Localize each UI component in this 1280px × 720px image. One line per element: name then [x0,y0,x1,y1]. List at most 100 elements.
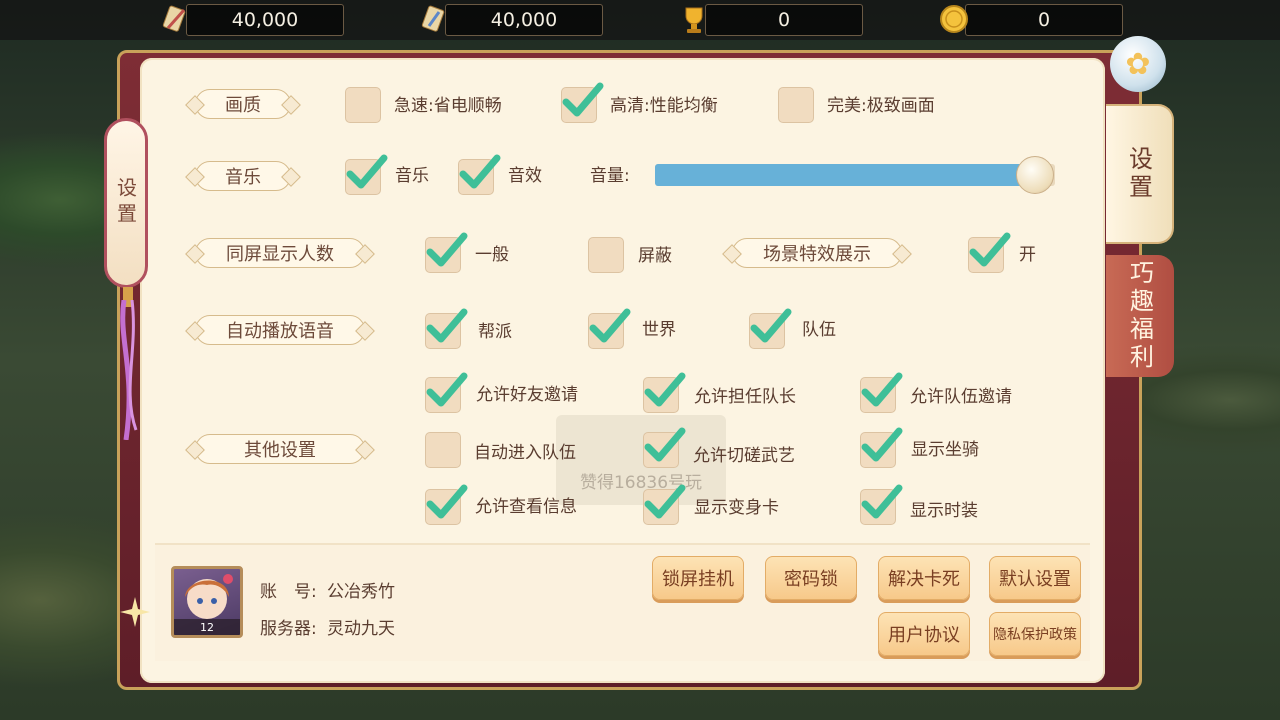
lock-screen-button-label: 锁屏挂机 [662,569,734,590]
tab-settings-label: 设置 [1124,146,1153,202]
check-mark-icon [346,154,388,189]
character-portrait-icon [185,574,233,619]
resource-counter-1: 40,000 [186,4,344,36]
allow-spar-label: 允许切磋武艺 [693,446,795,466]
music-label: 音乐 [195,161,291,191]
left-settings-tab: 设置 [104,118,148,307]
quality-label: 画质 [195,89,291,119]
check-mark-icon [861,484,903,519]
server-label: 服务器: [260,619,317,639]
password-lock-button-label: 密码锁 [784,569,838,590]
account-label: 账 号: [260,582,317,602]
voice-guild-label: 帮派 [478,322,512,342]
show-fashion-checkbox[interactable] [860,484,903,525]
quality-fast-label: 急速:省电顺畅 [394,96,502,116]
voice-world-checkbox[interactable] [588,308,631,349]
lock-screen-button[interactable]: 锁屏挂机 [652,556,744,600]
check-mark-icon [644,427,686,462]
resource-value: 40,000 [490,9,558,31]
user-agreement-button[interactable]: 用户协议 [878,612,970,656]
quality-perfect-checkbox[interactable] [778,87,814,123]
check-mark-icon [426,308,468,343]
tab-fun-welfare[interactable]: 巧趣福利 [1106,255,1174,377]
other-settings-label-text: 其他设置 [244,440,316,461]
avatar[interactable]: 12 [171,566,243,638]
check-mark-icon [644,484,686,519]
privacy-policy-button[interactable]: 隐私保护政策 [989,612,1081,656]
display-count-label: 同屏显示人数 [195,238,365,268]
resource-value: 40,000 [231,9,299,31]
voice-team-checkbox[interactable] [749,308,792,349]
user-agreement-button-label: 用户协议 [888,625,960,646]
allow-team-invite-label: 允许队伍邀请 [910,387,1012,407]
allow-friend-invite-label: 允许好友邀请 [476,385,578,405]
check-mark-icon [459,154,501,189]
sparkle-star-icon [120,597,150,627]
resource-value: 0 [777,9,791,31]
check-mark-icon [589,308,631,343]
volume-slider[interactable] [655,156,1055,194]
scene-effects-label-text: 场景特效展示 [763,244,871,265]
voice-team-label: 队伍 [802,320,836,340]
flower-orb-icon[interactable]: ✿ [1110,36,1166,92]
allow-friend-invite-checkbox[interactable] [425,372,468,413]
account-name: 公冶秀竹 [327,582,395,602]
show-transform-card-label: 显示变身卡 [694,498,779,518]
avatar-level: 12 [174,619,240,635]
check-mark-icon [426,372,468,407]
default-settings-button[interactable]: 默认设置 [989,556,1081,600]
resource-counter-3: 0 [705,4,863,36]
volume-knob[interactable] [1016,156,1054,194]
auto-voice-label-text: 自动播放语音 [226,321,334,342]
voice-guild-checkbox[interactable] [425,308,468,349]
voice-world-label: 世界 [642,320,676,340]
scene-effects-checkbox[interactable] [968,232,1011,273]
scene-effects-label: 场景特效展示 [732,238,902,268]
sfx-checkbox[interactable] [458,154,501,195]
auto-voice-label: 自动播放语音 [195,315,365,345]
resource-counter-2: 40,000 [445,4,603,36]
music-option-label: 音乐 [395,166,429,186]
check-mark-icon [861,427,903,462]
password-lock-button[interactable]: 密码锁 [765,556,857,600]
allow-view-info-label: 允许查看信息 [475,497,577,517]
quality-perfect-label: 完美:极致画面 [827,96,935,116]
check-mark-icon [426,484,468,519]
other-settings-label: 其他设置 [195,434,365,464]
default-settings-button-label: 默认设置 [999,569,1071,590]
volume-fill [655,164,1025,186]
left-tab-label: 设置 [113,177,138,229]
allow-view-info-checkbox[interactable] [425,484,468,525]
check-mark-icon [750,308,792,343]
display-normal-checkbox[interactable] [425,232,468,273]
quality-hd-checkbox[interactable] [561,82,604,123]
allow-captain-label: 允许担任队长 [694,387,796,407]
music-label-text: 音乐 [225,167,261,188]
auto-join-team-checkbox[interactable] [425,432,461,468]
check-mark-icon [861,372,903,407]
show-mount-label: 显示坐骑 [911,440,979,460]
resource-value: 0 [1037,9,1051,31]
feather-scroll-icon [162,5,186,32]
show-mount-checkbox[interactable] [860,427,903,468]
check-mark-icon [644,372,686,407]
music-checkbox[interactable] [345,154,388,195]
quality-fast-checkbox[interactable] [345,87,381,123]
tab-settings[interactable]: 设置 [1106,104,1174,244]
allow-spar-checkbox[interactable] [643,427,686,468]
quality-hd-label: 高清:性能均衡 [610,96,718,116]
fix-stuck-button[interactable]: 解决卡死 [878,556,970,600]
display-count-label-text: 同屏显示人数 [226,244,334,265]
show-transform-card-checkbox[interactable] [643,484,686,525]
allow-captain-checkbox[interactable] [643,372,686,413]
resource-bar: 40,000 40,000 0 0 [0,0,1280,40]
server-name: 灵动九天 [327,619,395,639]
quality-label-text: 画质 [225,95,261,116]
allow-team-invite-checkbox[interactable] [860,372,903,413]
ribbon-tassel-icon [120,300,138,440]
scene-effects-on-label: 开 [1019,245,1036,265]
display-hide-checkbox[interactable] [588,237,624,273]
display-normal-label: 一般 [475,245,509,265]
gold-coin-icon [940,5,968,33]
sfx-option-label: 音效 [508,166,542,186]
